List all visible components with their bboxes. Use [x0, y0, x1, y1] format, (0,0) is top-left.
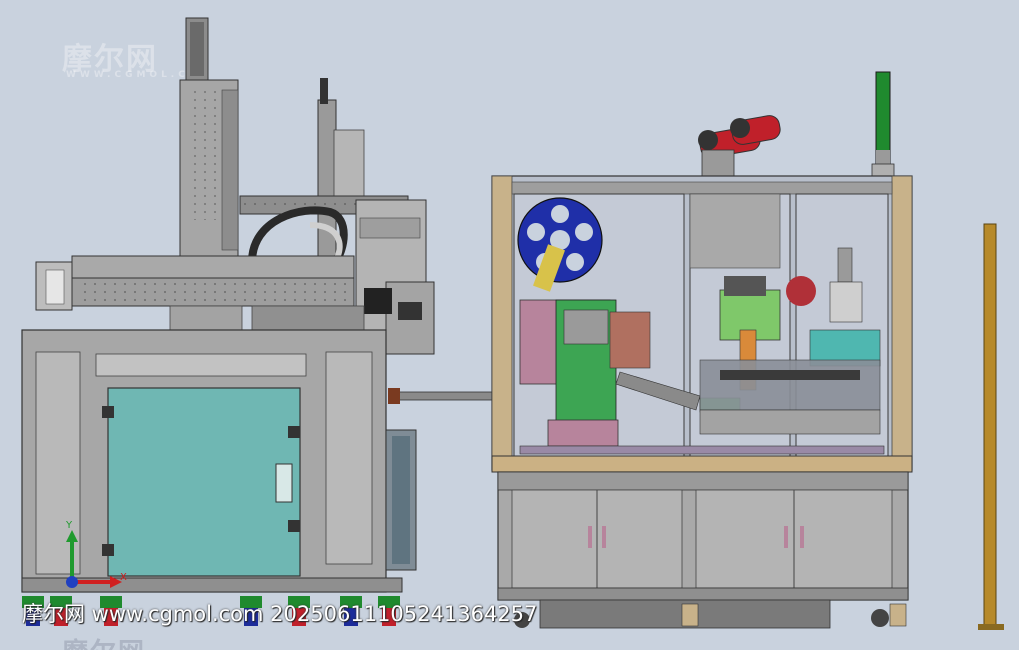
connecting-rod: [395, 391, 493, 401]
axis-y-label: Y: [65, 520, 73, 531]
right-machine: [491, 71, 913, 629]
cad-viewport[interactable]: 摩尔网 WWW.CGMOL.COM WWW.CGMOL.COM WWW.CGMO…: [0, 0, 1019, 650]
red-motors: [698, 115, 781, 179]
gold-post: [983, 223, 997, 629]
axis-x-label: X: [120, 572, 127, 583]
machine-drawing: Y X: [21, 17, 1004, 630]
teal-door: [107, 387, 301, 577]
watermark-stamp: 摩尔网 www.cgmol.com 20250611105241364257: [22, 602, 538, 626]
main-beam: [71, 255, 355, 279]
left-machine: [21, 17, 493, 626]
